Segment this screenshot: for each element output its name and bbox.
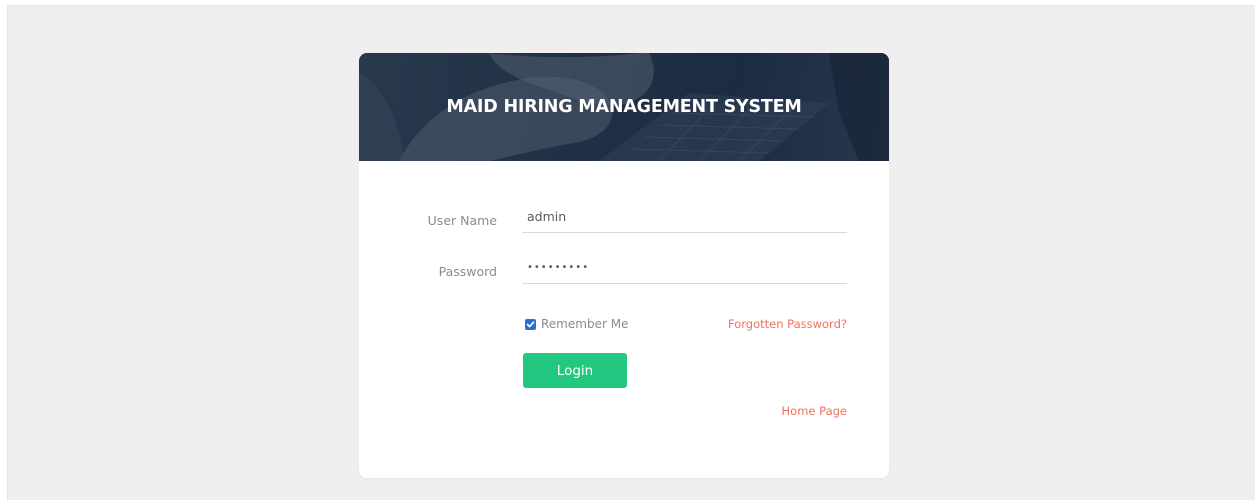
username-label: User Name: [427, 213, 497, 228]
page-title: MAID HIRING MANAGEMENT SYSTEM: [446, 97, 802, 117]
remember-me-label: Remember Me: [541, 317, 629, 331]
password-input[interactable]: [522, 252, 847, 284]
username-input[interactable]: [522, 201, 847, 233]
home-page-link[interactable]: Home Page: [782, 404, 847, 418]
login-button[interactable]: Login: [523, 353, 627, 388]
card-header: MAID HIRING MANAGEMENT SYSTEM: [359, 53, 889, 161]
checkbox-checked-icon[interactable]: [525, 318, 536, 330]
password-label: Password: [438, 264, 497, 279]
login-card: MAID HIRING MANAGEMENT SYSTEM User Name …: [359, 53, 889, 478]
forgot-password-link[interactable]: Forgotten Password?: [728, 317, 847, 331]
remember-me-checkbox[interactable]: Remember Me: [525, 317, 628, 331]
page-background: MAID HIRING MANAGEMENT SYSTEM User Name …: [7, 5, 1255, 500]
